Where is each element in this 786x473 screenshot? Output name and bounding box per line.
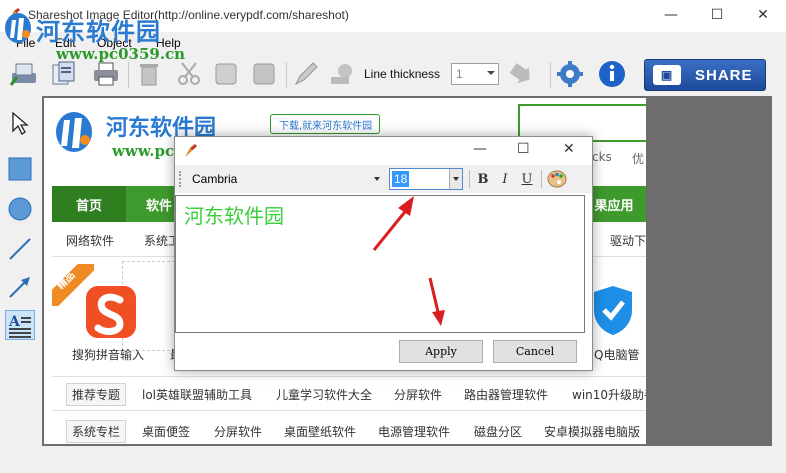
- app-window: Shareshot Image Editor(http://online.ver…: [0, 0, 786, 473]
- annotation-arrow-text-area: [428, 277, 445, 326]
- annotation-arrows: [372, 196, 445, 326]
- annotation-arrow-font-size: [372, 196, 414, 251]
